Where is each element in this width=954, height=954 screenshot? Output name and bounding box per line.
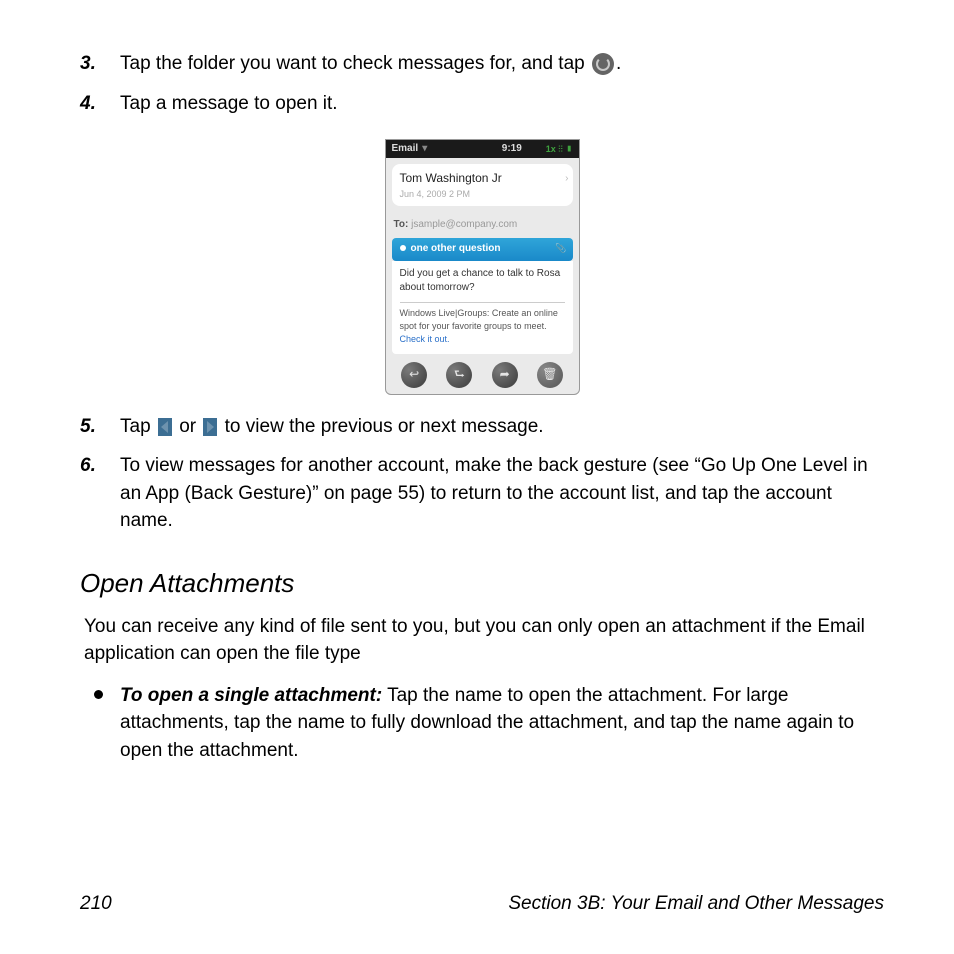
section-heading-open-attachments: Open Attachments [80, 565, 884, 603]
ad-link[interactable]: Check it out. [400, 334, 450, 344]
signal-icon: 1x ⫶⫶ ▮ [546, 143, 573, 156]
refresh-icon [592, 53, 614, 75]
step-text: Tap [120, 416, 156, 437]
reply-all-icon[interactable]: ⮑ [446, 362, 472, 388]
step-text: To view messages for another account, ma… [120, 455, 868, 531]
sender-card: Tom Washington Jr Jun 4, 2009 2 PM › [392, 164, 573, 205]
to-row: To: jsample@company.com [386, 212, 579, 239]
bullet-strong: To open a single attachment: [120, 685, 382, 706]
subject-bar: one other question 📎 [392, 238, 573, 261]
to-value: jsample@company.com [411, 219, 517, 230]
section-lead: You can receive any kind of file sent to… [84, 613, 884, 668]
expand-chevron-icon: › [565, 172, 568, 187]
step-number: 6. [80, 452, 96, 480]
step-text: Tap the folder you want to check message… [120, 53, 590, 74]
step-5: 5. Tap or to view the previous or next m… [80, 413, 884, 453]
body-text: Did you get a chance to talk to Rosa abo… [400, 267, 565, 296]
step-number: 5. [80, 413, 96, 441]
to-label: To: [394, 219, 409, 230]
step-number: 4. [80, 90, 96, 118]
step-text: to view the previous or next message. [219, 416, 543, 437]
step-6: 6. To view messages for another account,… [80, 452, 884, 547]
step-4: 4. Tap a message to open it. [80, 90, 884, 130]
dropdown-chevron-icon: ▾ [422, 142, 427, 157]
next-arrow-icon [203, 418, 217, 436]
step-text: or [174, 416, 201, 437]
previous-arrow-icon [158, 418, 172, 436]
steps-list-bottom: 5. Tap or to view the previous or next m… [80, 413, 884, 547]
page-number: 210 [80, 890, 112, 918]
phone-frame: Email ▾ 9:19 1x ⫶⫶ ▮ Tom Washington Jr J… [385, 139, 580, 395]
message-body: Did you get a chance to talk to Rosa abo… [392, 261, 573, 354]
step-3: 3. Tap the folder you want to check mess… [80, 50, 884, 90]
phone-time: 9:19 [502, 142, 522, 157]
ad-block: Windows Live|Groups: Create an online sp… [400, 302, 565, 346]
bullet-item: To open a single attachment: Tap the nam… [80, 682, 884, 765]
sender-meta: Jun 4, 2009 2 PM [400, 188, 565, 201]
subject-text: one other question [411, 243, 501, 254]
reply-icon[interactable]: ↩ [401, 362, 427, 388]
ad-text: Windows Live|Groups: Create an online sp… [400, 308, 558, 331]
forward-icon[interactable]: ➦ [492, 362, 518, 388]
delete-icon[interactable]: 🗑 [537, 362, 563, 388]
phone-status-bar: Email ▾ 9:19 1x ⫶⫶ ▮ [386, 140, 579, 158]
phone-screenshot-figure: Email ▾ 9:19 1x ⫶⫶ ▮ Tom Washington Jr J… [385, 139, 580, 395]
step-number: 3. [80, 50, 96, 78]
phone-app-label: Email [392, 142, 419, 157]
sender-name: Tom Washington Jr [400, 170, 565, 187]
attachment-icon: 📎 [555, 242, 566, 255]
section-label: Section 3B: Your Email and Other Message… [508, 890, 884, 918]
bullet-list: To open a single attachment: Tap the nam… [80, 682, 884, 765]
steps-list-top: 3. Tap the folder you want to check mess… [80, 50, 884, 129]
step-text: Tap a message to open it. [120, 93, 338, 114]
unread-dot-icon [400, 245, 406, 251]
step-text-after: . [616, 53, 621, 74]
phone-toolbar: ↩ ⮑ ➦ 🗑 [386, 354, 579, 394]
page-footer: 210 Section 3B: Your Email and Other Mes… [80, 890, 884, 918]
